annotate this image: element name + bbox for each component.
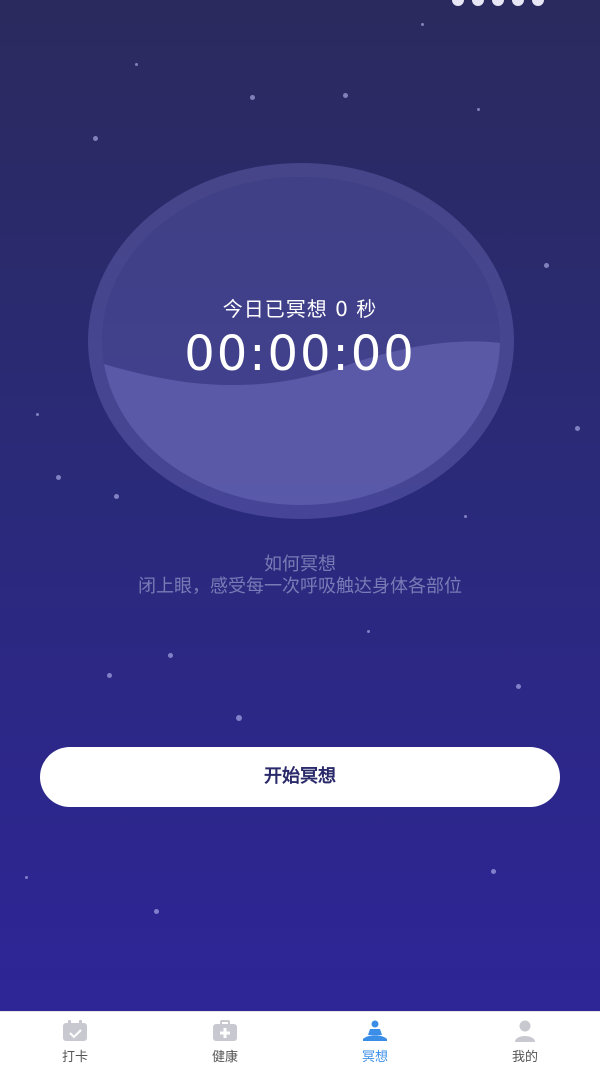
star-decoration <box>56 475 61 480</box>
tab-health[interactable]: 健康 <box>150 1012 300 1068</box>
star-decoration <box>93 136 98 141</box>
star-decoration <box>135 63 138 66</box>
star-decoration <box>25 876 28 879</box>
star-decoration <box>516 684 521 689</box>
tab-checkin[interactable]: 打卡 <box>0 1012 150 1068</box>
star-decoration <box>544 263 549 268</box>
star-decoration <box>421 23 424 26</box>
tab-meditation[interactable]: 冥想 <box>300 1012 450 1068</box>
star-decoration <box>107 673 112 678</box>
star-decoration <box>367 630 370 633</box>
meditation-icon <box>363 1020 387 1041</box>
meditation-screen: 今日已冥想 0 秒 00:00:00 如何冥想 闭上眼，感受每一次呼吸触达身体各… <box>0 0 600 1011</box>
tab-label: 健康 <box>211 1050 238 1065</box>
star-decoration <box>236 715 242 721</box>
start-meditation-button[interactable]: 开始冥想 <box>40 747 560 807</box>
user-icon <box>515 1020 535 1042</box>
star-decoration <box>168 653 173 658</box>
calendar-check-icon <box>63 1020 87 1041</box>
star-decoration <box>477 108 480 111</box>
tab-label: 冥想 <box>361 1050 388 1065</box>
status-bar <box>400 0 600 8</box>
star-decoration <box>36 413 39 416</box>
meditation-timer: 00:00:00 <box>184 326 416 382</box>
star-decoration <box>250 95 255 100</box>
tab-label: 我的 <box>511 1050 538 1065</box>
tab-profile[interactable]: 我的 <box>450 1012 600 1068</box>
howto-text: 闭上眼，感受每一次呼吸触达身体各部位 <box>138 576 462 597</box>
today-meditation-text: 今日已冥想 0 秒 <box>222 297 378 321</box>
star-decoration <box>343 93 348 98</box>
bottom-tab-bar: 打卡 健康 冥想 我的 <box>0 1011 600 1068</box>
tab-label: 打卡 <box>61 1050 88 1065</box>
medical-kit-icon <box>213 1020 237 1041</box>
star-decoration <box>464 515 467 518</box>
star-decoration <box>491 869 496 874</box>
star-decoration <box>575 426 580 431</box>
star-decoration <box>154 909 159 914</box>
